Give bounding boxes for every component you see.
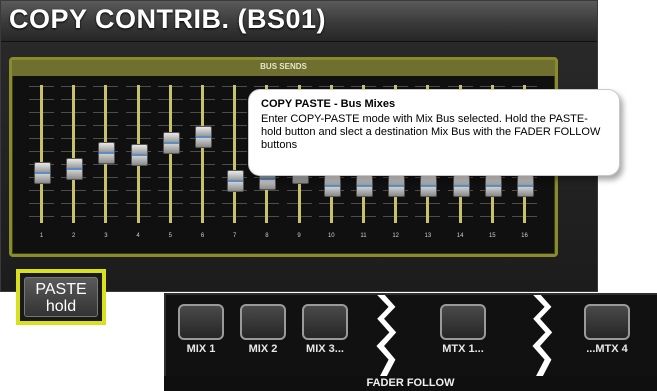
fader-knob[interactable] <box>452 174 470 197</box>
mtx-4-label: ...MTX 4 <box>586 343 628 355</box>
fader-knob[interactable] <box>66 158 84 181</box>
channel-number: 13 <box>424 233 432 239</box>
mix-3-label: MIX 3... <box>306 343 344 355</box>
mtx-1-pad[interactable] <box>440 304 486 340</box>
fader-track <box>40 85 43 223</box>
fader-knob[interactable] <box>323 174 341 197</box>
fader-track <box>201 85 204 223</box>
fader-knob[interactable] <box>162 132 180 155</box>
fader-knob[interactable] <box>484 174 502 197</box>
channel-number: 5 <box>168 233 172 239</box>
channel-number: 8 <box>265 233 269 239</box>
channel-number: 3 <box>104 233 108 239</box>
mix-1-pad[interactable] <box>178 304 224 340</box>
fader-follow-panel: MIX 1 MIX 2 MIX 3... MTX 1... ...MTX 4 <box>164 293 657 382</box>
fader-knob[interactable] <box>388 174 406 197</box>
mix-2-label: MIX 2 <box>248 343 278 355</box>
channel-number: 1 <box>39 233 44 239</box>
channel-number: 6 <box>200 233 205 239</box>
fader-strip: 1 <box>26 78 57 248</box>
channel-number: 10 <box>327 233 335 239</box>
fader-follow-button-mix-1[interactable]: MIX 1 <box>172 304 227 355</box>
callout-title: COPY PASTE - Bus Mixes <box>261 98 396 110</box>
fader-knob[interactable] <box>420 174 438 197</box>
channel-number: 2 <box>72 233 76 239</box>
fader-knob[interactable] <box>195 126 212 149</box>
fader-follow-button-mix-2[interactable]: MIX 2 <box>234 304 289 355</box>
mix-1-label: MIX 1 <box>186 343 216 355</box>
channel-number: 14 <box>456 233 464 239</box>
fader-follow-button-mtx-4[interactable]: ...MTX 4 <box>578 304 633 355</box>
fader-knob[interactable] <box>227 169 245 192</box>
channel-number: 9 <box>297 233 301 239</box>
channel-number: 11 <box>360 233 367 239</box>
fader-knob[interactable] <box>356 174 373 197</box>
tear-divider <box>532 295 553 380</box>
fader-track <box>233 85 237 223</box>
channel-number: 4 <box>136 233 140 239</box>
bus-sends-title: BUS SENDS <box>12 60 555 76</box>
channel-number: 15 <box>488 233 496 239</box>
page-title: COPY CONTRIB. (BS01) <box>9 4 327 34</box>
fader-strip: 6 <box>187 78 218 248</box>
mix-3-pad[interactable] <box>302 304 348 340</box>
tear-divider <box>376 295 397 380</box>
paste-hold-button[interactable]: PASTE hold <box>16 269 106 325</box>
paste-label-line2: hold <box>45 298 77 315</box>
fader-strip: 5 <box>155 78 186 248</box>
fader-track <box>72 85 76 223</box>
callout-tooltip: COPY PASTE - Bus Mixes Enter COPY-PASTE … <box>248 89 620 176</box>
callout-body: Enter COPY-PASTE mode with Mix Bus selec… <box>261 113 601 151</box>
fader-knob[interactable] <box>130 144 148 166</box>
mtx-4-pad[interactable] <box>584 304 630 340</box>
fader-knob[interactable] <box>517 174 534 197</box>
fader-follow-label: FADER FOLLOW <box>164 376 657 391</box>
fader-strip: 7 <box>219 78 250 248</box>
mtx-1-label: MTX 1... <box>442 343 484 355</box>
fader-strip: 2 <box>58 78 89 248</box>
mix-2-pad[interactable] <box>240 304 286 340</box>
title-bar: COPY CONTRIB. (BS01) <box>1 1 597 42</box>
fader-knob[interactable] <box>34 161 51 184</box>
fader-strip: 3 <box>90 78 121 248</box>
paste-label-line1: PASTE <box>35 281 87 298</box>
channel-number: 12 <box>392 233 400 239</box>
fader-knob[interactable] <box>98 141 116 164</box>
fader-follow-button-mtx-1[interactable]: MTX 1... <box>434 304 489 355</box>
channel-number: 7 <box>233 233 237 239</box>
paste-hold-label: PASTE hold <box>24 277 98 317</box>
channel-number: 16 <box>521 233 528 239</box>
fader-strip: 4 <box>123 78 154 248</box>
fader-follow-button-mix-3[interactable]: MIX 3... <box>296 304 351 355</box>
